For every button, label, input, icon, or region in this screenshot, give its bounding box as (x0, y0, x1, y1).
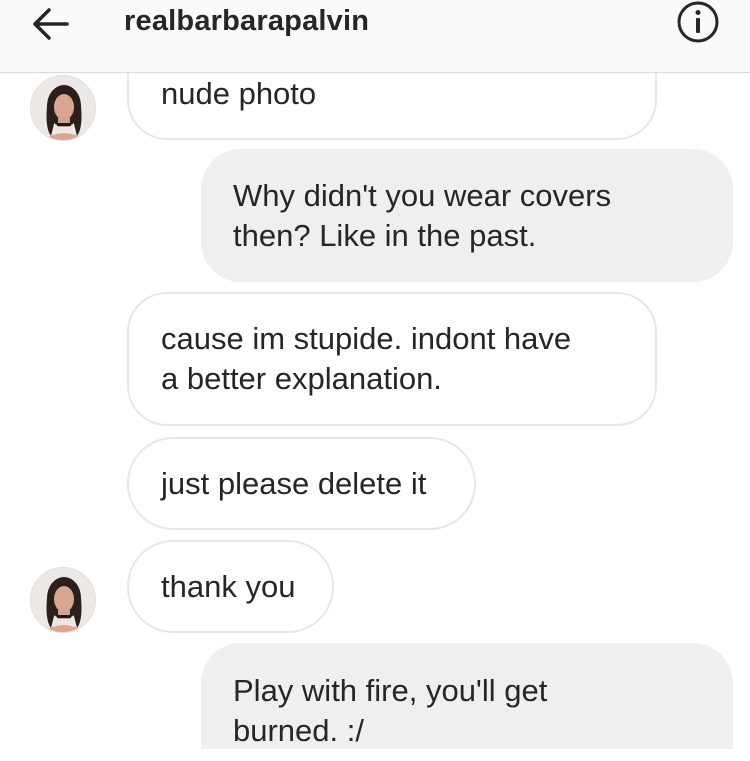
message-text: thank you (161, 568, 296, 604)
message-bubble-outgoing[interactable]: Why didn't you wear covers then? Like in… (201, 149, 733, 282)
arrow-left-icon (33, 8, 69, 40)
message-bubble-incoming[interactable]: cause im stupide. indont have a better e… (127, 292, 657, 426)
message-text: cause im stupide. indont have a better e… (161, 321, 572, 396)
message-text: Play with fire, you'll get burned. :/ (233, 673, 548, 748)
dm-thread-screen: nude photo Why didn't you wear covers th… (0, 0, 750, 761)
chat-header: realbarbarapalvin (0, 0, 750, 73)
conversation-username[interactable]: realbarbarapalvin (124, 3, 369, 39)
back-button[interactable] (30, 6, 72, 42)
avatar-photo-icon (31, 568, 95, 632)
sender-avatar[interactable] (30, 567, 96, 633)
avatar-photo-icon (31, 76, 95, 140)
message-bubble-incoming[interactable]: thank you (127, 540, 334, 633)
info-circle-icon (677, 1, 719, 43)
sender-avatar[interactable] (30, 75, 96, 141)
message-thread[interactable]: nude photo Why didn't you wear covers th… (0, 0, 750, 761)
info-button[interactable] (676, 0, 720, 44)
message-bubble-outgoing[interactable]: Play with fire, you'll get burned. :/ (201, 643, 733, 749)
message-bubble-incoming[interactable]: just please delete it (127, 437, 476, 530)
message-text: nude photo (161, 76, 317, 111)
message-text: just please delete it (161, 465, 427, 501)
message-text: Why didn't you wear covers then? Like in… (233, 177, 612, 253)
